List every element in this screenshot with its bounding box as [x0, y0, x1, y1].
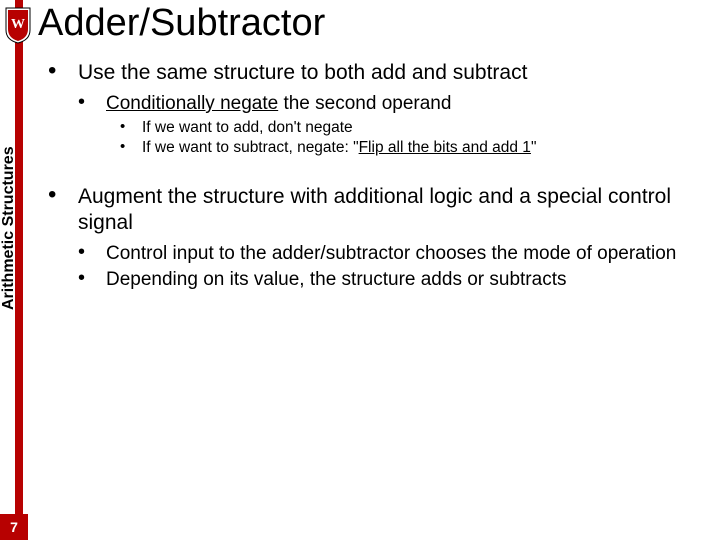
- sidebar-section-label: Arithmetic Structures: [0, 146, 18, 310]
- bullet-dot-icon: •: [120, 138, 142, 158]
- bullet-text: Augment the structure with additional lo…: [78, 184, 716, 236]
- bullet-text: Use the same structure to both add and s…: [78, 60, 527, 86]
- bullet-dot-icon: •: [120, 118, 142, 138]
- bullet-text: Conditionally negate the second operand: [106, 92, 451, 116]
- page-number: 7: [0, 514, 28, 540]
- bullet-level-2: • Control input to the adder/subtractor …: [78, 242, 716, 266]
- bullet-dot-icon: •: [48, 184, 78, 236]
- bullet-text: Control input to the adder/subtractor ch…: [106, 242, 676, 266]
- text-span: the second operand: [278, 93, 451, 114]
- bullet-level-2: • Conditionally negate the second operan…: [78, 92, 716, 116]
- bullet-text: If we want to add, don't negate: [142, 118, 353, 138]
- underlined-text: Conditionally negate: [106, 93, 278, 114]
- bullet-level-2: • Depending on its value, the structure …: [78, 268, 716, 292]
- bullet-dot-icon: •: [78, 268, 106, 292]
- svg-text:W: W: [11, 17, 25, 32]
- bullet-level-1: • Use the same structure to both add and…: [48, 60, 716, 86]
- bullet-level-1: • Augment the structure with additional …: [48, 184, 716, 236]
- university-crest-logo: W: [4, 6, 32, 44]
- bullet-dot-icon: •: [78, 92, 106, 116]
- slide-content: • Use the same structure to both add and…: [48, 60, 716, 294]
- text-span: ": [531, 139, 537, 156]
- bullet-dot-icon: •: [48, 60, 78, 86]
- bullet-text: If we want to subtract, negate: "Flip al…: [142, 138, 536, 158]
- bullet-level-3: • If we want to add, don't negate: [120, 118, 716, 138]
- bullet-level-3: • If we want to subtract, negate: "Flip …: [120, 138, 716, 158]
- underlined-text: Flip all the bits and add 1: [359, 139, 531, 156]
- slide-title: Adder/Subtractor: [38, 2, 325, 45]
- bullet-dot-icon: •: [78, 242, 106, 266]
- text-span: If we want to subtract, negate: ": [142, 139, 359, 156]
- bullet-text: Depending on its value, the structure ad…: [106, 268, 566, 292]
